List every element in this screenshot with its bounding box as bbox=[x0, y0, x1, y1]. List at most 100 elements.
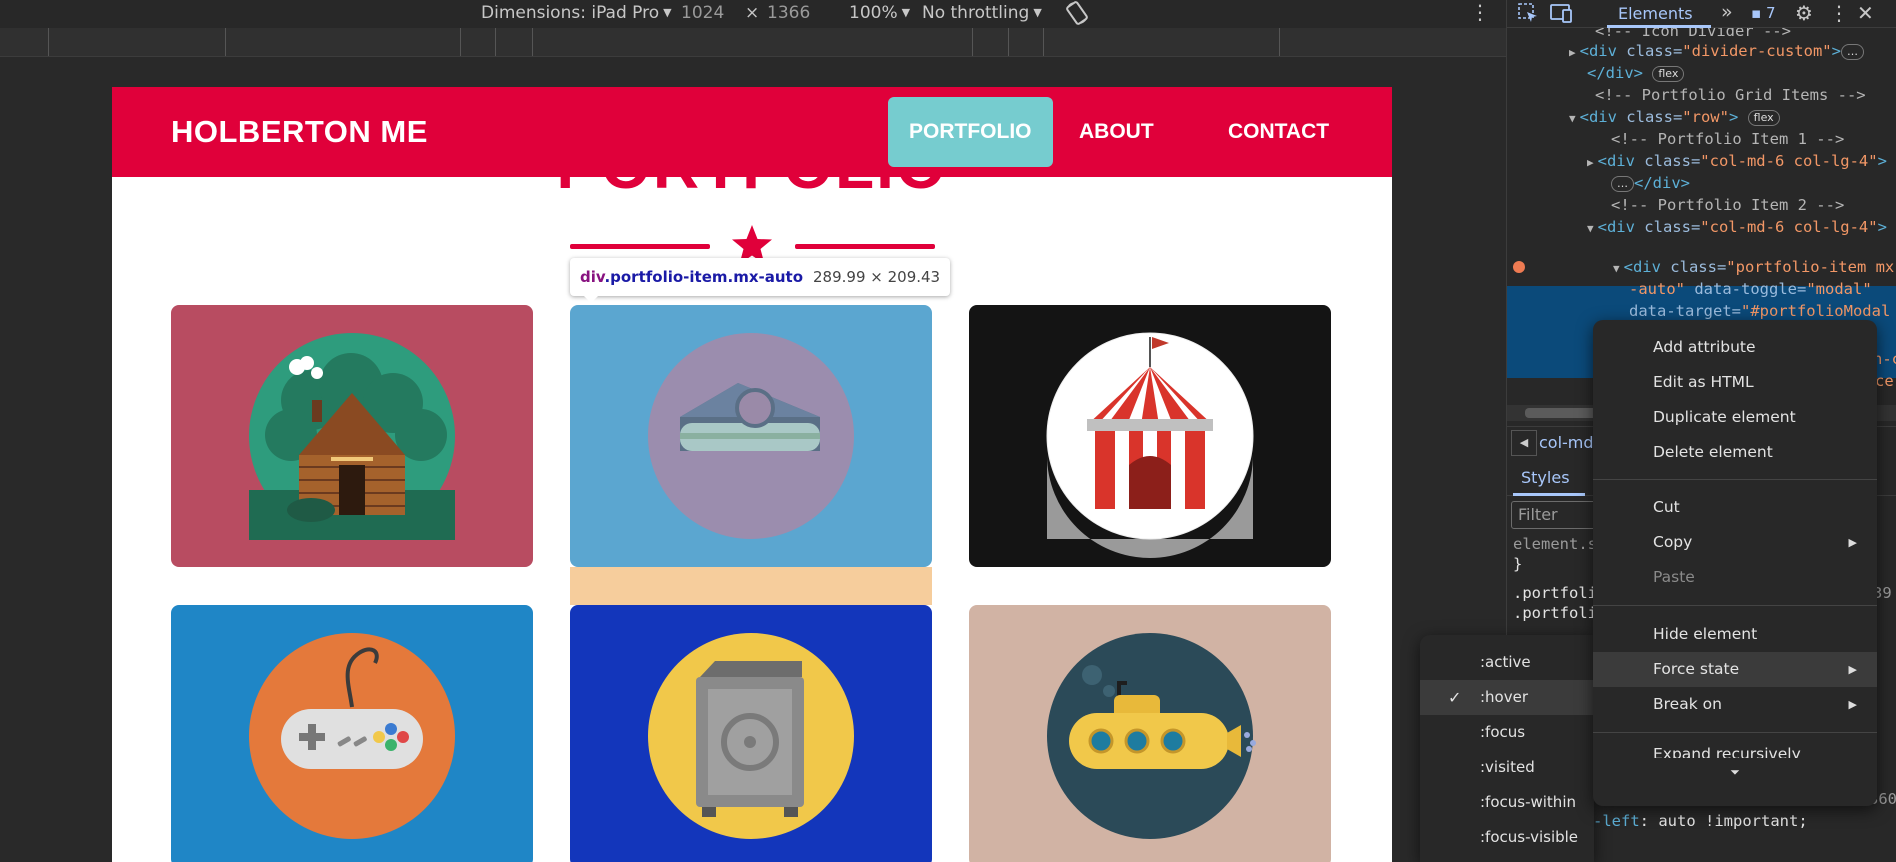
portfolio-item-submarine[interactable] bbox=[969, 605, 1331, 862]
dom-line[interactable]: ▶ <div class="divider-custom">… bbox=[1569, 40, 1864, 62]
menu-separator bbox=[1593, 605, 1877, 606]
dom-line[interactable]: <!-- Portfolio Item 2 --> bbox=[1611, 194, 1844, 216]
issues-count: 7 bbox=[1765, 4, 1776, 22]
dimension-times-sign: × bbox=[745, 3, 760, 23]
dropdown-caret-icon: ▼ bbox=[1033, 6, 1042, 19]
menu-item-force-state-label: Force state bbox=[1653, 660, 1740, 678]
site-brand[interactable]: HOLBERTON ME bbox=[171, 114, 428, 150]
menu-item-force-state[interactable]: Force state ▶ bbox=[1593, 652, 1877, 687]
device-toolbar-toggle-icon[interactable] bbox=[1549, 2, 1573, 28]
divider-line-right bbox=[795, 244, 935, 249]
ruler-tick bbox=[1043, 28, 1044, 56]
menu-item-duplicate-element[interactable]: Duplicate element bbox=[1593, 400, 1877, 435]
settings-gear-icon[interactable]: ⚙ bbox=[1795, 1, 1813, 25]
portfolio-item-game-controller[interactable] bbox=[171, 605, 533, 862]
hover-state-dot-icon bbox=[1513, 261, 1525, 273]
submenu-arrow-icon: ▶ bbox=[1848, 536, 1857, 549]
devtools-menu-icon[interactable]: ⋮ bbox=[1829, 1, 1849, 25]
css-brace: } bbox=[1513, 555, 1523, 573]
ruler-tick bbox=[532, 28, 533, 56]
throttling-label: No throttling bbox=[922, 3, 1030, 23]
state-hover[interactable]: ✓:hover bbox=[1420, 680, 1594, 715]
checkmark-icon: ✓ bbox=[1448, 688, 1462, 707]
dom-line-fragment: ce bbox=[1875, 372, 1894, 390]
dom-line[interactable]: ▶ <div class="col-md-6 col-lg-4"> bbox=[1587, 150, 1887, 172]
media-query-ruler bbox=[0, 28, 1506, 57]
menu-scroll-down-icon[interactable]: ⏷ bbox=[1593, 765, 1877, 780]
message-icon: ▪ bbox=[1751, 4, 1762, 22]
tab-elements[interactable]: Elements bbox=[1618, 4, 1693, 23]
dom-line-selected[interactable]: ▼ <div class="portfolio-item mx bbox=[1613, 256, 1894, 278]
device-width-input[interactable]: 1024 bbox=[681, 3, 724, 23]
more-options-icon[interactable]: ⋮ bbox=[1470, 0, 1490, 24]
menu-item-expand-recursively[interactable]: Expand recursively bbox=[1593, 738, 1877, 758]
dom-line[interactable]: <!-- Portfolio Item 1 --> bbox=[1611, 128, 1844, 150]
inspect-element-icon[interactable] bbox=[1517, 2, 1539, 28]
dom-line[interactable]: <!-- Portfolio Grid Items --> bbox=[1595, 84, 1866, 106]
menu-item-paste: Paste bbox=[1653, 568, 1695, 586]
state-focus[interactable]: :focus bbox=[1420, 715, 1594, 750]
zoom-dropdown[interactable]: 100% ▼ bbox=[849, 3, 910, 23]
more-tabs-icon[interactable]: » bbox=[1721, 1, 1733, 23]
submenu-arrow-icon: ▶ bbox=[1848, 663, 1857, 676]
dom-line[interactable]: </div> flex bbox=[1587, 62, 1685, 84]
portfolio-item-cabin[interactable] bbox=[171, 305, 533, 567]
expand-triangle-icon[interactable]: ▶ bbox=[1569, 46, 1576, 59]
circus-tent-illustration bbox=[969, 305, 1331, 567]
nav-link-contact[interactable]: CONTACT bbox=[1207, 97, 1350, 167]
menu-item-expand-recursively-label: Expand recursively bbox=[1653, 745, 1801, 758]
portfolio-item-cake[interactable] bbox=[570, 305, 932, 567]
dom-line[interactable]: ▼ <div class="row"> flex bbox=[1569, 106, 1780, 128]
breadcrumb-scroll-left-icon[interactable]: ◀ bbox=[1511, 430, 1537, 456]
dropdown-caret-icon: ▼ bbox=[901, 6, 911, 19]
breadcrumb-item[interactable]: col-md- bbox=[1539, 433, 1599, 452]
device-toolbar: Dimensions: iPad Pro ▼ 1024 × 1366 100% ▼ … bbox=[0, 0, 1506, 28]
css-selector[interactable]: element.s bbox=[1513, 535, 1597, 553]
collapse-triangle-icon[interactable]: ▼ bbox=[1587, 222, 1594, 235]
css-declaration[interactable]: -left: auto !important; bbox=[1593, 812, 1808, 830]
ruler-tick bbox=[495, 28, 496, 56]
nav-link-about[interactable]: ABOUT bbox=[1058, 97, 1175, 167]
divider-line-left bbox=[570, 244, 710, 249]
close-icon[interactable]: ✕ bbox=[1857, 1, 1874, 25]
element-context-menu: Add attribute Edit as HTML Duplicate ele… bbox=[1593, 320, 1877, 806]
menu-item-add-attribute[interactable]: Add attribute bbox=[1593, 330, 1877, 365]
tooltip-size: 289.99 × 209.43 bbox=[813, 268, 941, 286]
dom-line[interactable]: … </div> bbox=[1611, 172, 1690, 194]
css-selector[interactable]: .portfoli bbox=[1513, 584, 1597, 602]
collapse-triangle-icon[interactable]: ▼ bbox=[1613, 262, 1620, 275]
safe-illustration bbox=[570, 605, 932, 862]
tab-styles[interactable]: Styles bbox=[1521, 468, 1570, 487]
ruler-tick bbox=[972, 28, 973, 56]
ruler-tick bbox=[1279, 28, 1280, 56]
nav-link-portfolio[interactable]: PORTFOLIO bbox=[888, 97, 1053, 167]
css-selector[interactable]: .portfoli bbox=[1513, 604, 1597, 622]
portfolio-item-safe[interactable] bbox=[570, 605, 932, 862]
zoom-label: 100% bbox=[849, 3, 898, 23]
dom-line-selected[interactable]: data-target="#portfolioModal bbox=[1629, 300, 1890, 322]
menu-item-hide-element[interactable]: Hide element bbox=[1593, 617, 1877, 652]
issues-badge[interactable]: ▪ 7 bbox=[1751, 4, 1776, 22]
site-header: HOLBERTON ME PORTFOLIO ABOUT CONTACT bbox=[112, 87, 1392, 177]
submarine-illustration bbox=[969, 605, 1331, 862]
ruler-tick bbox=[460, 28, 461, 56]
dom-line-selected[interactable]: -auto" data-toggle="modal" bbox=[1629, 278, 1872, 300]
menu-item-cut[interactable]: Cut bbox=[1593, 490, 1877, 525]
menu-item-edit-as-html[interactable]: Edit as HTML bbox=[1593, 365, 1877, 400]
state-focus-visible[interactable]: :focus-visible bbox=[1420, 820, 1594, 855]
dom-line[interactable]: ▼ <div class="col-md-6 col-lg-4"> bbox=[1587, 216, 1887, 238]
menu-item-break-on[interactable]: Break on ▶ bbox=[1593, 687, 1877, 722]
state-focus-within[interactable]: :focus-within bbox=[1420, 785, 1594, 820]
state-visited[interactable]: :visited bbox=[1420, 750, 1594, 785]
menu-item-delete-element[interactable]: Delete element bbox=[1593, 435, 1877, 470]
cake-illustration bbox=[570, 305, 932, 567]
rotate-icon[interactable] bbox=[1064, 0, 1090, 31]
state-active[interactable]: :active bbox=[1420, 645, 1594, 680]
collapse-triangle-icon[interactable]: ▼ bbox=[1569, 112, 1576, 125]
throttling-dropdown[interactable]: No throttling ▼ bbox=[922, 3, 1042, 23]
menu-item-copy[interactable]: Copy ▶ bbox=[1593, 525, 1877, 560]
device-dimensions-dropdown[interactable]: Dimensions: iPad Pro ▼ bbox=[481, 3, 672, 23]
device-height-input[interactable]: 1366 bbox=[767, 3, 810, 23]
expand-triangle-icon[interactable]: ▶ bbox=[1587, 156, 1594, 169]
portfolio-item-circus[interactable] bbox=[969, 305, 1331, 567]
